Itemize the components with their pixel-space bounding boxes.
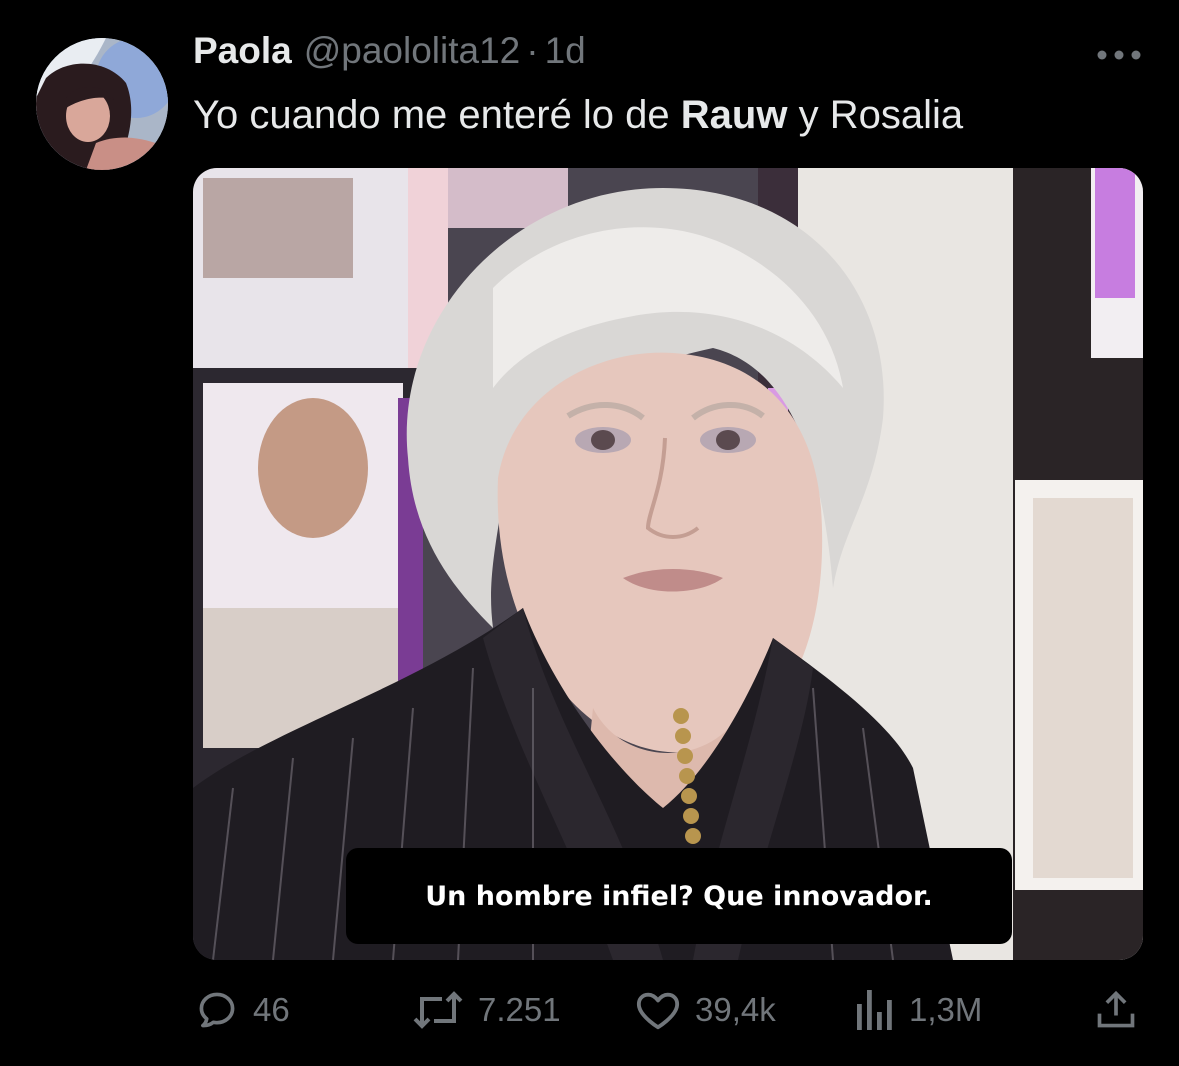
tweet-header: Paola @paololita12 · 1d: [193, 30, 586, 80]
more-horizontal-icon: [1097, 50, 1141, 60]
media-caption: Un hombre infiel? Que innovador.: [425, 880, 933, 912]
more-button[interactable]: [1094, 40, 1144, 70]
repost-count: 7.251: [478, 991, 561, 1028]
share-icon: [1097, 990, 1135, 1028]
views-button[interactable]: 1,3M: [855, 985, 982, 1035]
reply-button[interactable]: 46: [195, 985, 290, 1035]
like-button[interactable]: 39,4k: [635, 985, 776, 1035]
repost-icon: [413, 991, 463, 1029]
reply-count: 46: [253, 991, 290, 1028]
separator-dot: ·: [526, 30, 539, 71]
repost-button[interactable]: 7.251: [412, 985, 561, 1035]
views-count: 1,3M: [909, 991, 983, 1028]
tweet-text-part: y Rosalia: [787, 93, 964, 137]
tweet-text-bold: Rauw: [680, 93, 788, 137]
reply-icon: [199, 992, 235, 1028]
user-handle[interactable]: @paololita12: [304, 30, 521, 72]
display-name[interactable]: Paola: [193, 30, 292, 72]
tweet-text-part: Yo cuando me enteré lo de: [193, 93, 681, 137]
timestamp[interactable]: 1d: [545, 30, 586, 72]
media-caption-box: Un hombre infiel? Que innovador.: [346, 848, 1012, 944]
views-icon: [857, 990, 892, 1030]
share-button[interactable]: [1094, 985, 1138, 1035]
tweet-text: Yo cuando me enteré lo de Rauw y Rosalia: [193, 90, 963, 140]
action-bar: 46 7.251 39,4k 1,3M: [0, 985, 1179, 1035]
tweet-media-image[interactable]: Un hombre infiel? Que innovador.: [193, 168, 1143, 960]
avatar[interactable]: [36, 38, 168, 170]
heart-icon: [636, 992, 680, 1030]
like-count: 39,4k: [695, 991, 776, 1028]
